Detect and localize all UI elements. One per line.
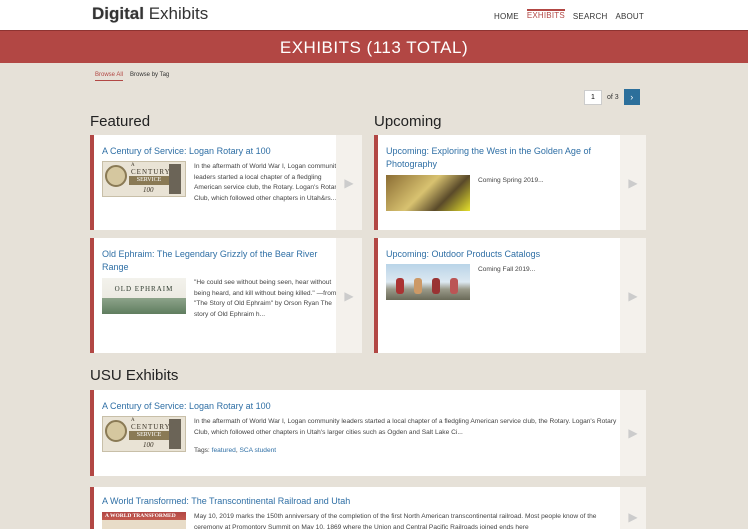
card-thumbnail[interactable]: A CENTURY SERVICE 100 <box>102 161 186 197</box>
card-description: In the aftermath of World War I, Logan c… <box>194 163 340 202</box>
nav-home[interactable]: HOME <box>494 12 519 23</box>
logo-first-word: Digital <box>92 4 144 23</box>
thumb-ribbon: SERVICE <box>129 431 169 440</box>
browse-tabs: Browse All Browse by Tag <box>95 72 169 81</box>
top-bar: Digital Exhibits HOME EXHIBITS SEARCH AB… <box>0 0 748 30</box>
nav-exhibits[interactable]: EXHIBITS <box>526 9 565 23</box>
chevron-right-icon: ▶ <box>628 288 638 303</box>
card-title[interactable]: Upcoming: Outdoor Products Catalogs <box>386 248 621 261</box>
usu-card-railroad[interactable]: A World Transformed: The Transcontinenta… <box>90 487 646 529</box>
logo-second-word: Exhibits <box>148 4 209 23</box>
tag-sca-student[interactable]: SCA student <box>239 447 276 454</box>
page-number-input[interactable] <box>584 89 602 105</box>
thumb-line: CENTURY <box>131 423 171 431</box>
card-arrow[interactable]: ▶ <box>620 390 646 476</box>
site-logo[interactable]: Digital Exhibits <box>92 4 208 24</box>
upcoming-card-photography[interactable]: Upcoming: Exploring the West in the Gold… <box>374 135 646 230</box>
chevron-right-icon: ▶ <box>628 175 638 190</box>
usu-exhibits-heading: USU Exhibits <box>90 367 179 384</box>
card-arrow[interactable]: ▶ <box>336 238 362 353</box>
card-arrow[interactable]: ▶ <box>620 135 646 230</box>
pagination: of 3 › <box>584 89 640 105</box>
card-thumbnail[interactable] <box>386 175 470 211</box>
thumb-line: SERVICE <box>136 177 162 183</box>
upcoming-heading: Upcoming <box>374 113 442 130</box>
tab-browse-by-tag[interactable]: Browse by Tag <box>130 72 169 81</box>
chevron-right-icon: › <box>630 92 634 102</box>
card-title[interactable]: A World Transformed: The Transcontinenta… <box>102 495 602 508</box>
thumb-line: 100 <box>143 186 154 194</box>
page-count-label: of 3 <box>607 93 619 101</box>
usu-card-rotary[interactable]: A Century of Service: Logan Rotary at 10… <box>90 390 646 476</box>
chevron-right-icon: ▶ <box>344 288 354 303</box>
thumb-line: 100 <box>143 441 154 449</box>
card-tags: Tags: featured, SCA student <box>194 447 277 454</box>
card-title[interactable]: Upcoming: Exploring the West in the Gold… <box>386 145 621 171</box>
chevron-right-icon: ▶ <box>628 426 638 440</box>
tab-browse-all[interactable]: Browse All <box>95 72 124 81</box>
tags-label: Tags: <box>194 447 210 454</box>
figure-shape <box>432 278 440 294</box>
chevron-right-icon: ▶ <box>344 175 354 190</box>
card-thumbnail[interactable]: OLD EPHRAIM <box>102 278 186 314</box>
rotary-seal-icon <box>105 420 127 442</box>
card-title[interactable]: A Century of Service: Logan Rotary at 10… <box>102 145 342 158</box>
next-page-button[interactable]: › <box>623 89 640 105</box>
card-arrow[interactable]: ▶ <box>336 135 362 230</box>
card-description: Coming Spring 2019... <box>478 177 544 184</box>
main-nav: HOME EXHIBITS SEARCH ABOUT <box>494 9 644 23</box>
thumb-line: SERVICE <box>136 432 162 438</box>
figure-shape <box>450 278 458 294</box>
card-description: May 10, 2019 marks the 150th anniversary… <box>194 513 597 529</box>
card-thumbnail[interactable] <box>386 264 470 300</box>
card-description: "He could see without being seen, hear w… <box>194 279 337 318</box>
card-description: Coming Fall 2019... <box>478 266 536 273</box>
thumb-title: A WORLD TRANSFORMED <box>105 513 176 519</box>
card-title[interactable]: A Century of Service: Logan Rotary at 10… <box>102 400 602 413</box>
figure-shape <box>414 278 422 294</box>
featured-heading: Featured <box>90 113 151 130</box>
card-thumbnail[interactable]: A CENTURY SERVICE 100 <box>102 416 186 452</box>
upcoming-card-outdoor[interactable]: Upcoming: Outdoor Products Catalogs Comi… <box>374 238 646 353</box>
figure-shape <box>396 278 404 294</box>
page-title: EXHIBITS (113 TOTAL) <box>279 38 469 57</box>
rotary-seal-icon <box>105 165 127 187</box>
thumb-title: OLD EPHRAIM <box>114 285 174 293</box>
tag-featured[interactable]: featured <box>212 447 236 454</box>
card-thumbnail[interactable]: A WORLD TRANSFORMED <box>102 512 186 529</box>
thumb-portrait <box>169 419 181 449</box>
card-title[interactable]: Old Ephraim: The Legendary Grizzly of th… <box>102 248 337 274</box>
thumb-line: CENTURY <box>131 168 171 176</box>
page-banner: EXHIBITS (113 TOTAL) <box>0 30 748 63</box>
featured-card-rotary[interactable]: A Century of Service: Logan Rotary at 10… <box>90 135 362 230</box>
card-description: In the aftermath of World War I, Logan c… <box>194 418 617 436</box>
featured-card-ephraim[interactable]: Old Ephraim: The Legendary Grizzly of th… <box>90 238 362 353</box>
nav-search[interactable]: SEARCH <box>573 12 608 23</box>
thumb-ribbon: SERVICE <box>129 176 169 185</box>
card-arrow[interactable]: ▶ <box>620 487 646 529</box>
chevron-right-icon: ▶ <box>628 510 638 524</box>
nav-about[interactable]: ABOUT <box>615 12 644 23</box>
thumb-portrait <box>169 164 181 194</box>
card-arrow[interactable]: ▶ <box>620 238 646 353</box>
